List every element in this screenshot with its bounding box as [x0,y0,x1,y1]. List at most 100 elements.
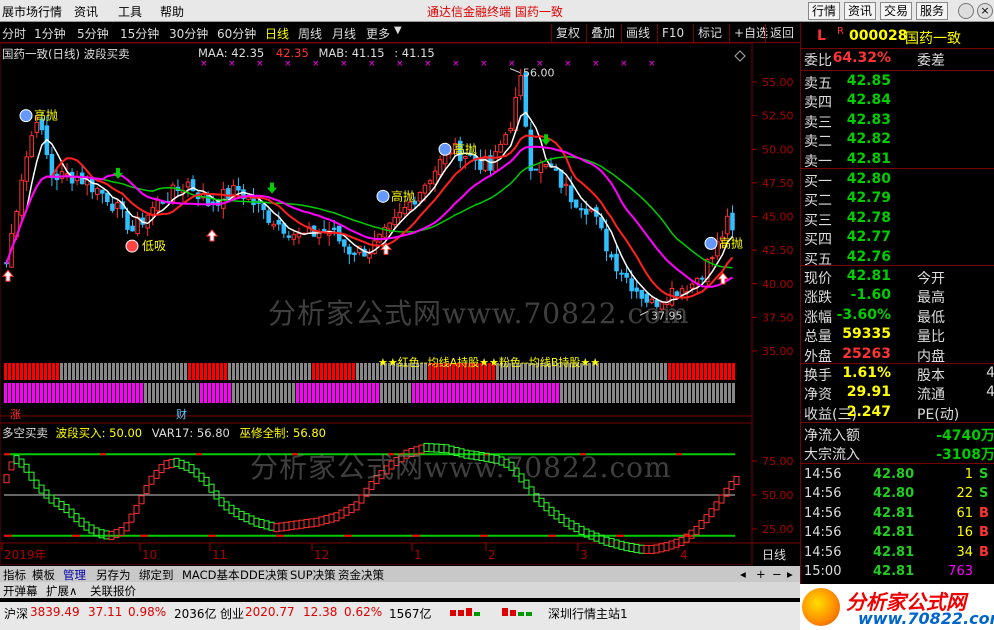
danmaku-button[interactable]: 开弹幕 [3,583,38,599]
band-gray-segment [292,363,295,380]
tab-minus-icon[interactable]: − [772,567,782,581]
candle-body [331,227,337,231]
sell-signal-icon [376,189,390,203]
fuquan-button[interactable]: 复权 [551,24,584,42]
band-magenta-segment [480,383,483,403]
close-icon[interactable]: × [977,3,993,19]
band-magenta-segment [456,383,459,403]
draw-line-button[interactable]: 画线 [621,24,654,42]
tab-scroll-left-icon[interactable]: ◂ [740,567,746,581]
tab-period-week[interactable]: 周线 [298,25,322,42]
tab-period-30min[interactable]: 30分钟 [169,25,208,42]
tab-indicator[interactable]: 指标 [3,567,26,583]
tab-period-month[interactable]: 月线 [332,25,356,42]
candle-body [95,188,100,195]
quote-button[interactable]: 行情 [808,2,841,20]
tab-period-5min[interactable]: 5分钟 [77,25,109,42]
tab-template[interactable]: 模板 [32,567,55,583]
tab-sup[interactable]: SUP决策 [290,567,336,583]
band-gray-segment [252,363,255,380]
menu-item-info[interactable]: 资讯 [74,3,98,20]
trade-button[interactable]: 交易 [880,2,913,20]
tab-period-more[interactable]: 更多 [366,25,390,42]
mark-button[interactable]: 标记 [693,24,726,42]
expand-button[interactable]: 扩展∧ [46,583,77,599]
band-gray-segment [668,383,671,403]
menu-item-tools[interactable]: 工具 [118,3,142,20]
band-gray-segment [144,363,147,380]
band-gray-segment [616,383,619,403]
band-magenta-segment [504,383,507,403]
oscillator-box-up [273,523,280,533]
related-quote-button[interactable]: 关联报价 [90,583,136,599]
tick-price: 42.80 [873,486,915,502]
tab-period-1min[interactable]: 1分钟 [34,25,66,42]
band-magenta-segment [472,383,475,403]
tab-fund[interactable]: 资金决策 [338,567,384,583]
candle-body [624,272,629,278]
tab-scroll-right-icon[interactable]: ▸ [787,567,793,581]
band-red-segment [312,363,315,380]
price-tick-label: 50.00 [762,143,794,156]
bid-row: 买三 42.78 [801,210,994,229]
tick-row: 14:56 42.80 22 S [801,486,994,503]
buy-signal-icon [125,239,139,253]
band-magenta-segment [8,383,11,403]
band-gray-segment [92,363,95,380]
news-button[interactable]: 资讯 [844,2,877,20]
band-gray-segment [364,363,367,380]
tab-macd[interactable]: MACD基本 [182,567,239,583]
band-magenta-segment [32,383,35,403]
tab-bind-to[interactable]: 绑定到 [139,567,174,583]
band-gray-segment [636,383,639,403]
band-gray-segment [404,383,407,403]
minimize-icon[interactable] [958,3,974,19]
band-gray-segment [144,383,147,403]
tab-period-60min[interactable]: 60分钟 [217,25,256,42]
band-magenta-segment [216,383,219,403]
band-red-segment [716,363,719,380]
candle-body [558,169,564,188]
tab-plus-icon[interactable]: + [756,567,766,581]
server-name[interactable]: 深圳行情主站1 [548,605,628,622]
f10-button[interactable]: F10 [657,24,688,42]
band-gray-segment [236,383,239,403]
tab-period-15min[interactable]: 15分钟 [120,25,159,42]
tab-period-day[interactable]: 日线 [265,25,289,42]
band-magenta-segment [460,383,463,403]
oscillator-box-up [733,475,740,485]
band-gray-segment [108,363,111,380]
tab-dde[interactable]: DDE决策 [240,567,288,583]
band-gray-segment [140,363,143,380]
band-magenta-segment [220,383,223,403]
chevron-down-icon[interactable]: ▼ [394,25,402,36]
service-button[interactable]: 服务 [916,2,949,20]
band-gray-segment [732,383,735,403]
top-mark: × [480,59,488,69]
bid-row: 买一 42.80 [801,171,994,190]
candle-body [463,156,468,159]
stat2-row-value: 29.91 [846,384,891,401]
band-magenta-segment [344,383,347,403]
candle-body [523,72,529,127]
band-red-segment [680,363,683,380]
bid-row-value: 42.78 [846,209,891,226]
oscillator-box-up [358,494,365,504]
band-magenta-segment [88,383,91,403]
tab-manage[interactable]: 管理 [63,567,86,583]
candle-body [105,192,110,203]
overlay-button[interactable]: 叠加 [586,24,619,42]
cai-label: 财 [176,408,187,421]
candle-body [553,168,559,171]
tab-save-as[interactable]: 另存为 [96,567,131,583]
band-magenta-segment [412,383,415,403]
back-button[interactable]: 返回 [765,24,798,42]
band-gray-segment [656,363,659,380]
menu-item-help[interactable]: 帮助 [160,3,184,20]
tab-period-fenshi[interactable]: 分时 [2,25,26,42]
candle-body [236,186,241,191]
band-magenta-segment [464,383,467,403]
oscillator-box-down [73,513,80,523]
candle-body [730,212,735,231]
candle-body [342,239,347,247]
